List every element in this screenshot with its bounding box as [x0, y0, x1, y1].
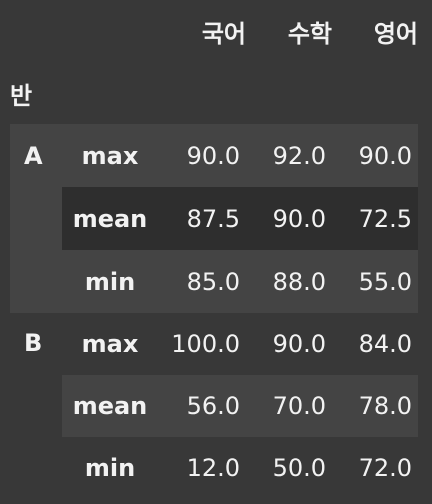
value-cell: 90.0 — [186, 141, 240, 170]
index-name-row: 반 — [10, 62, 418, 124]
corner-cell — [10, 0, 62, 62]
stat-label: min — [84, 454, 136, 482]
table-row: min 12.0 50.0 72.0 — [10, 437, 418, 499]
value-cell: 90.0 — [272, 330, 326, 358]
column-header-row: 국어 수학 영어 — [10, 0, 418, 62]
table-row: mean 87.5 90.0 72.5 — [10, 187, 418, 250]
column-header: 영어 — [373, 19, 418, 48]
value-cell: 55.0 — [358, 267, 412, 296]
table-row: min 85.0 88.0 55.0 — [10, 250, 418, 313]
value-cell: 92.0 — [272, 141, 326, 170]
grouped-stats-table: 국어 수학 영어 반 A max 90.0 92.0 90.0 mean 87.… — [10, 0, 418, 499]
value-cell: 88.0 — [272, 267, 326, 296]
table-row: A max 90.0 92.0 90.0 — [10, 124, 418, 313]
value-cell: 84.0 — [358, 330, 412, 358]
value-cell: 56.0 — [158, 375, 246, 437]
value-cell: 50.0 — [272, 454, 326, 482]
stat-label: mean — [62, 375, 158, 437]
dataframe-output: 국어 수학 영어 반 A max 90.0 92.0 90.0 mean 87.… — [0, 0, 432, 504]
value-cell: 72.0 — [358, 454, 412, 482]
value-cell: 12.0 — [186, 454, 240, 482]
group-label: B — [10, 313, 62, 499]
value-cell: 78.0 — [332, 375, 418, 437]
value-cell: 90.0 — [246, 187, 332, 250]
index-name: 반 — [10, 81, 33, 110]
value-cell: 72.5 — [332, 187, 418, 250]
stat-label: mean — [62, 187, 158, 250]
table-row: mean 56.0 70.0 78.0 — [10, 375, 418, 437]
table-row: B max 100.0 90.0 84.0 — [10, 313, 418, 499]
stat-label: max — [81, 141, 139, 170]
column-header: 수학 — [287, 19, 332, 48]
column-header: 국어 — [201, 19, 246, 48]
value-cell: 70.0 — [246, 375, 332, 437]
value-cell: 100.0 — [171, 330, 240, 358]
group-label: A — [10, 124, 62, 313]
value-cell: 85.0 — [186, 267, 240, 296]
value-cell: 87.5 — [158, 187, 246, 250]
corner-cell-2 — [62, 0, 158, 62]
stat-label: min — [84, 267, 136, 296]
stat-label: max — [81, 330, 139, 358]
value-cell: 90.0 — [358, 141, 412, 170]
